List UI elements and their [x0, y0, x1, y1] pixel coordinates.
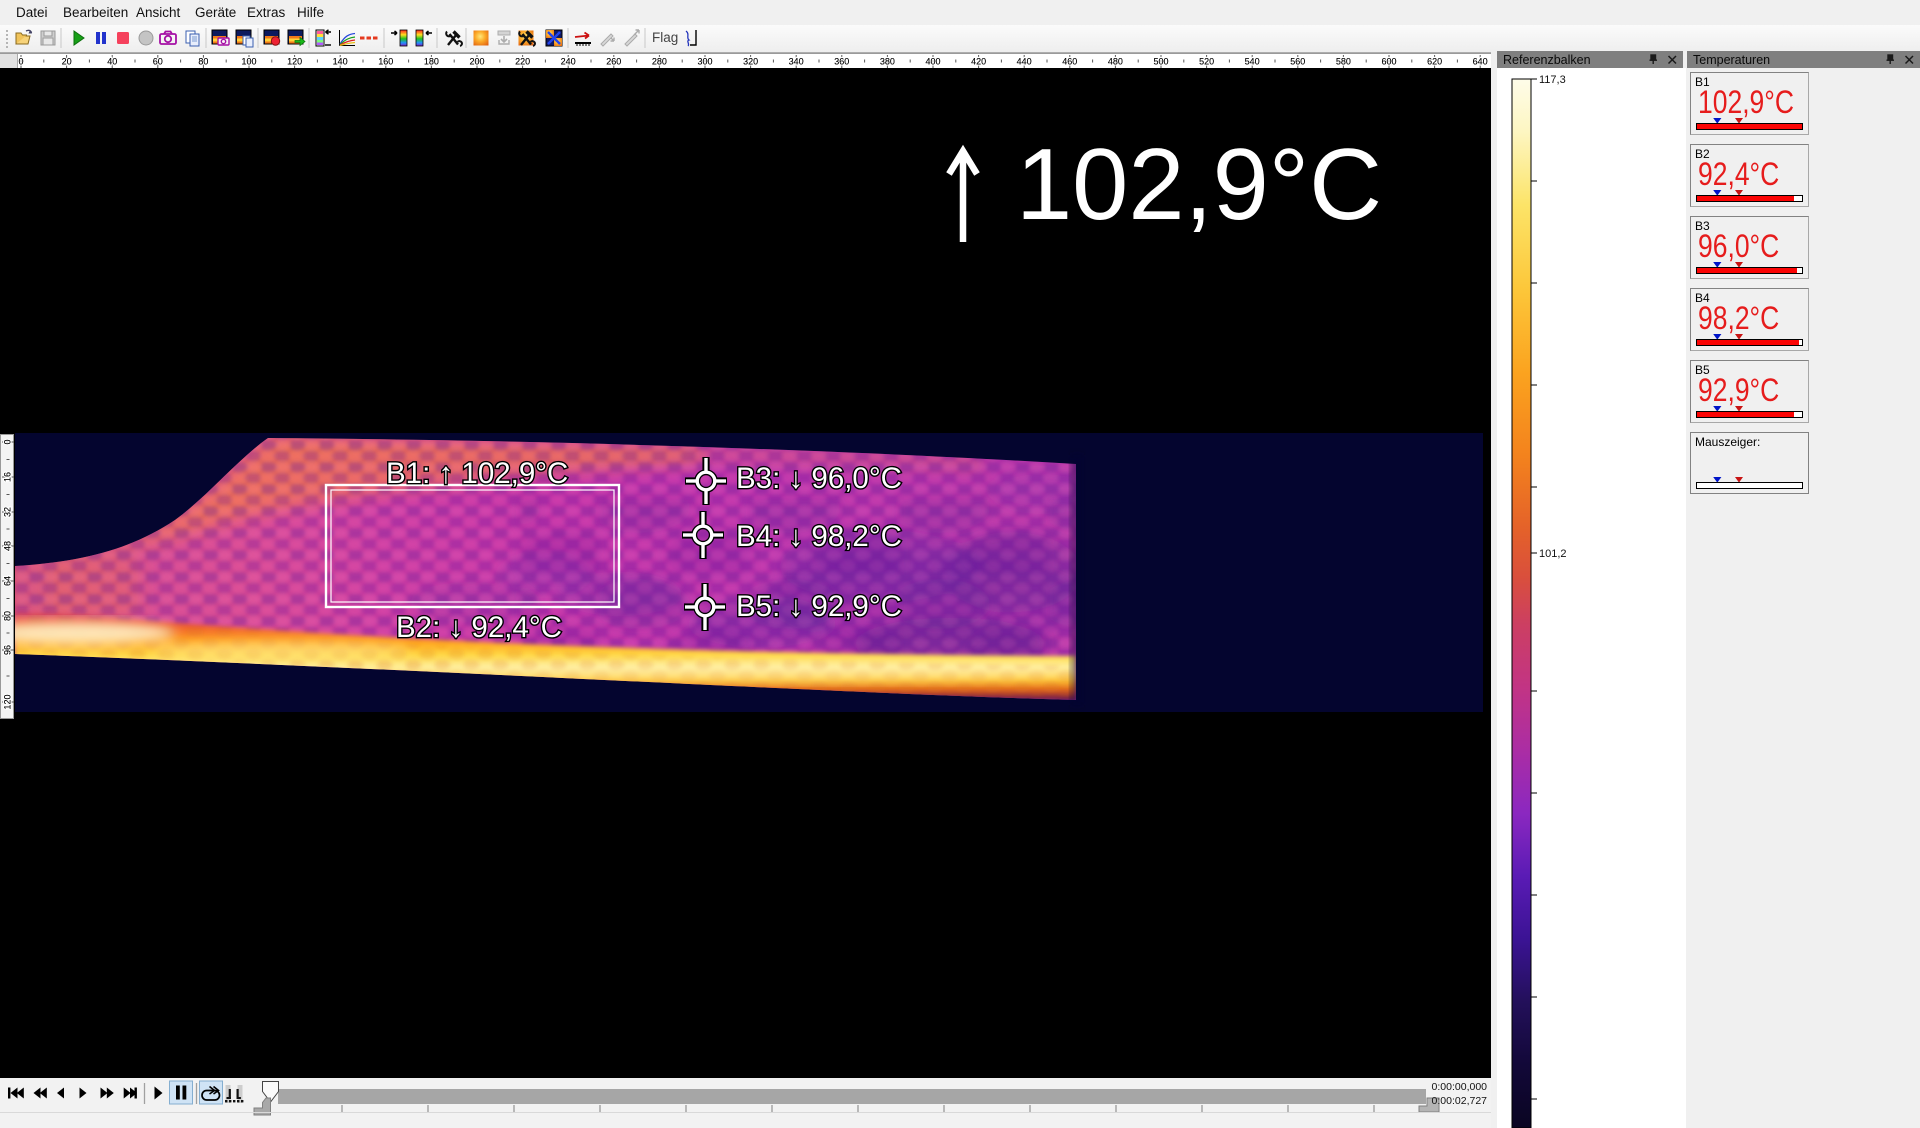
- svg-text:32: 32: [3, 507, 13, 517]
- svg-text:100: 100: [241, 57, 256, 67]
- svg-text:420: 420: [971, 57, 986, 67]
- svg-text:640: 640: [1473, 57, 1488, 67]
- svg-text:540: 540: [1245, 57, 1260, 67]
- svg-text:560: 560: [1290, 57, 1305, 67]
- svg-text:B5: ↓ 92,9°C: B5: ↓ 92,9°C: [736, 590, 902, 623]
- svg-text:620: 620: [1427, 57, 1442, 67]
- svg-text:48: 48: [3, 541, 13, 551]
- svg-text:B1: ↑ 102,9°C: B1: ↑ 102,9°C: [386, 457, 568, 490]
- svg-text:480: 480: [1108, 57, 1123, 67]
- svg-text:220: 220: [515, 57, 530, 67]
- svg-text:580: 580: [1336, 57, 1351, 67]
- svg-text:117,3: 117,3: [1539, 74, 1566, 86]
- svg-text:380: 380: [880, 57, 895, 67]
- svg-text:40: 40: [107, 57, 117, 67]
- svg-text:520: 520: [1199, 57, 1214, 67]
- svg-text:300: 300: [697, 57, 712, 67]
- svg-text:16: 16: [3, 472, 13, 482]
- svg-text:240: 240: [561, 57, 576, 67]
- svg-text:B4: ↓ 98,2°C: B4: ↓ 98,2°C: [736, 520, 902, 553]
- svg-text:400: 400: [925, 57, 940, 67]
- svg-text:B3: ↓ 96,0°C: B3: ↓ 96,0°C: [736, 462, 902, 495]
- svg-text:101,2: 101,2: [1539, 548, 1567, 560]
- svg-text:102,9°C: 102,9°C: [1016, 129, 1382, 241]
- svg-text:80: 80: [3, 611, 13, 621]
- svg-text:B2: ↓ 92,4°C: B2: ↓ 92,4°C: [396, 611, 562, 644]
- svg-text:180: 180: [424, 57, 439, 67]
- svg-text:360: 360: [834, 57, 849, 67]
- svg-text:0: 0: [18, 57, 23, 67]
- svg-text:340: 340: [789, 57, 804, 67]
- svg-text:460: 460: [1062, 57, 1077, 67]
- svg-text:120: 120: [3, 694, 13, 709]
- svg-text:280: 280: [652, 57, 667, 67]
- svg-text:80: 80: [198, 57, 208, 67]
- svg-text:500: 500: [1153, 57, 1168, 67]
- svg-text:200: 200: [469, 57, 484, 67]
- svg-text:96: 96: [3, 645, 13, 655]
- svg-text:440: 440: [1017, 57, 1032, 67]
- svg-text:64: 64: [3, 576, 13, 586]
- svg-text:120: 120: [287, 57, 302, 67]
- svg-text:140: 140: [333, 57, 348, 67]
- svg-text:0: 0: [3, 439, 13, 444]
- svg-text:60: 60: [153, 57, 163, 67]
- svg-text:320: 320: [743, 57, 758, 67]
- svg-text:160: 160: [378, 57, 393, 67]
- svg-text:600: 600: [1381, 57, 1396, 67]
- svg-text:260: 260: [606, 57, 621, 67]
- svg-text:20: 20: [62, 57, 72, 67]
